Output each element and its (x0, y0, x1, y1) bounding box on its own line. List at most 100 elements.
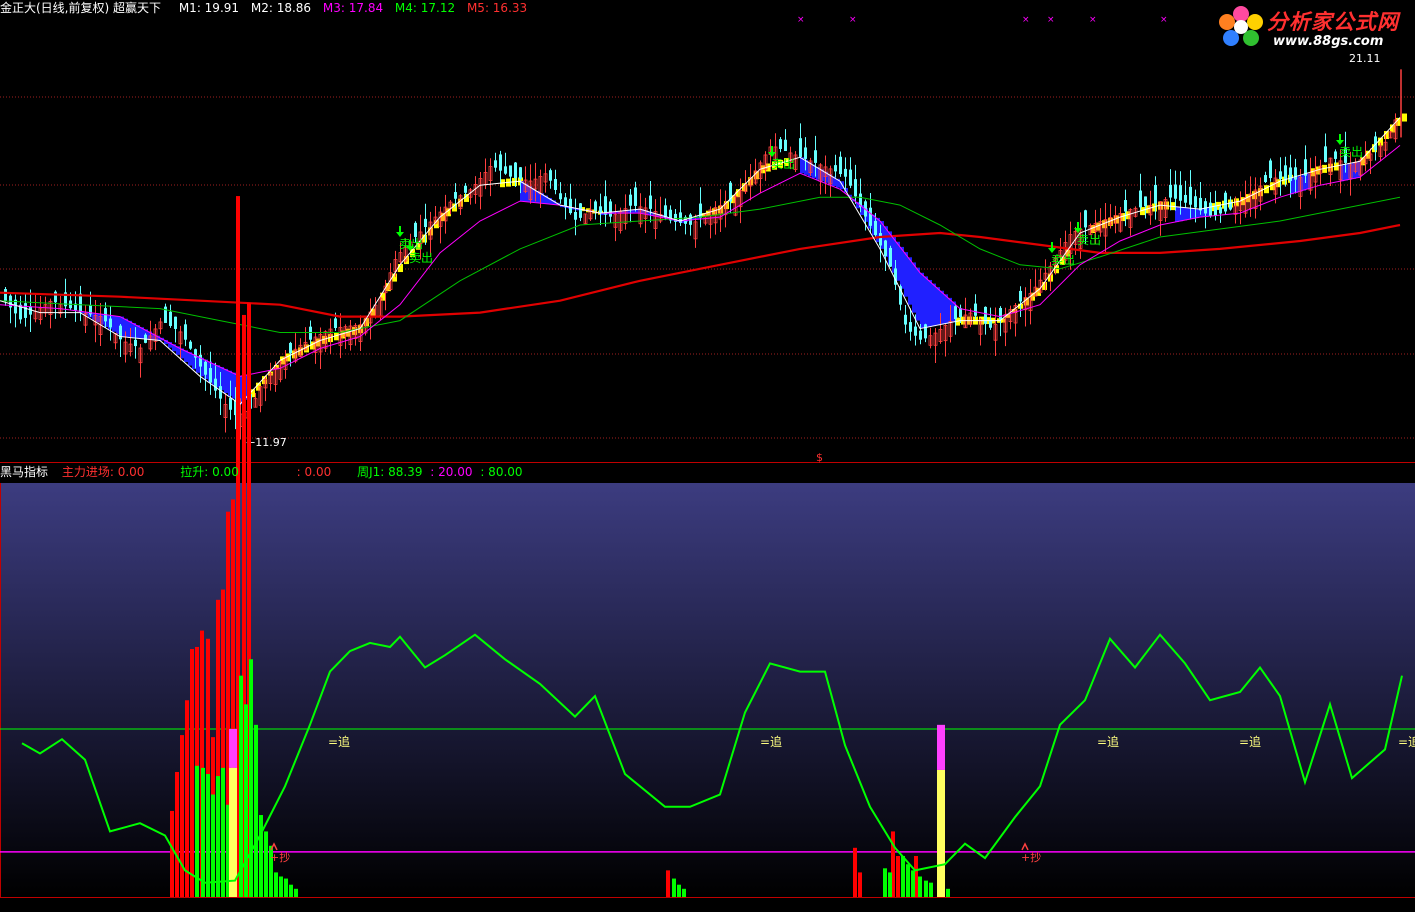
candle-body-down (1289, 167, 1292, 182)
candle-body-down (504, 166, 507, 174)
bar-pull-up (924, 880, 928, 897)
candle-body-down (879, 233, 882, 246)
band-down-block (936, 287, 940, 326)
candle-body-down (499, 154, 502, 171)
candle-body-down (219, 386, 222, 399)
bar-main-entry (896, 856, 900, 897)
band-down-block (904, 252, 908, 297)
stock-chart: ←11.9721.11卖出卖出卖出卖出卖出卖出× × × × × ×$=追 =追 =追 =追 =追… (0, 15, 1415, 898)
bar-pull-up (221, 767, 225, 897)
bar-pull-up (911, 870, 915, 897)
ma-readout-m4: M4: 17.12 (394, 1, 456, 15)
candle-body-down (494, 160, 497, 168)
candle-body-down (1084, 210, 1087, 228)
candle-body-down (839, 156, 842, 175)
ma-line-m5 (0, 223, 1401, 318)
chase-label: =追 (1398, 734, 1415, 749)
candle-body-down (109, 318, 112, 328)
bar-pull-up (239, 675, 243, 897)
magenta-mark: × (1160, 15, 1168, 25)
candle-body-down (514, 162, 517, 179)
magenta-mark: × (849, 15, 857, 25)
candle-body-down (604, 196, 607, 215)
candle-body-down (1209, 202, 1212, 217)
candle-body-down (909, 322, 912, 332)
candle-body-down (559, 193, 562, 200)
candle-body-down (1294, 167, 1297, 180)
candle-body-down (914, 326, 917, 336)
candle-body-down (1219, 207, 1222, 214)
candle-body-down (204, 361, 207, 375)
bar-main-entry (853, 847, 857, 897)
band-up-block (1402, 113, 1407, 122)
candle-body-down (189, 341, 192, 349)
site-logo[interactable]: 分析家公式网 www.88gs.com (1215, 4, 1411, 52)
candle-body-down (1184, 194, 1187, 203)
bar-main-entry (666, 870, 670, 897)
candle-body-down (289, 342, 292, 354)
dollar-marker: $ (816, 451, 823, 464)
bar-pull-up (294, 888, 298, 897)
chase-label: =追 (1239, 734, 1261, 749)
candles-group (4, 113, 1398, 440)
band-up-block (392, 273, 397, 282)
chase-label: =追 (1097, 734, 1119, 749)
candle-body-down (574, 211, 577, 220)
candle-body-down (984, 306, 987, 324)
candle-body-down (54, 291, 57, 303)
band-down-block (636, 209, 640, 214)
bar-pull-up (264, 831, 268, 897)
candle-body-down (889, 247, 892, 267)
candle-body-down (464, 185, 467, 193)
band-down-block (916, 267, 920, 321)
candle-body-down (174, 316, 177, 329)
band-down-block (920, 272, 924, 329)
candle-body-down (1194, 196, 1197, 208)
bar-main-entry (190, 649, 194, 897)
candle-body-down (1174, 184, 1177, 199)
candle-body-down (959, 308, 962, 318)
candle-body-down (1154, 184, 1157, 204)
bar-pull-up (672, 878, 676, 897)
buy-dip-label: +抄 (1021, 850, 1041, 864)
candle-body-down (1214, 205, 1217, 216)
candle-body-down (869, 207, 872, 226)
bar-main-entry (170, 810, 174, 897)
band-down-block (912, 262, 916, 313)
band-down-block (1191, 208, 1195, 219)
band-down-block (932, 283, 936, 327)
readout-pull-up: 拉升: 0.00 (180, 465, 239, 479)
candle-body-down (999, 307, 1002, 320)
candle-body-down (804, 147, 807, 159)
candle-body-down (199, 354, 202, 367)
candle-body-down (184, 324, 187, 340)
readout-80: : 80.00 (480, 465, 523, 479)
sell-signal-label: 卖出 (1077, 233, 1101, 247)
bar-pull-up (201, 767, 205, 897)
candle-body-down (874, 220, 877, 236)
flower-logo-icon (1219, 6, 1263, 46)
candle-body-down (569, 198, 572, 214)
candle-body-down (954, 306, 957, 319)
candle-body-down (1224, 192, 1227, 212)
candle-body-down (1124, 200, 1127, 212)
ma-readout-m3: M3: 17.84 (322, 1, 384, 15)
band-down-block (1306, 173, 1310, 190)
candle-body-down (849, 169, 852, 186)
bar-pull-up (254, 724, 258, 897)
sell-signal-5: 卖出 (1336, 134, 1363, 159)
readout-main-entry: 主力进场: 0.00 (61, 465, 145, 479)
readout-blank: : 0.00 (296, 465, 332, 479)
band-down-block (908, 257, 912, 305)
candle-body-down (1279, 171, 1282, 180)
bar-pull-up (906, 864, 910, 897)
candle-body-down (1334, 151, 1337, 159)
bar-pull-up (284, 878, 288, 897)
candle-body-down (834, 165, 837, 172)
readout-20: : 20.00 (430, 465, 473, 479)
lower-header: 黑马指标 主力进场: 0.00 拉升: 0.00 : 0.00 周J1: 88.… (0, 465, 523, 479)
sell-signal-label: 卖出 (1339, 145, 1363, 159)
candle-body-down (1284, 165, 1287, 181)
candle-body-down (209, 368, 212, 383)
band-down-block (928, 279, 932, 327)
